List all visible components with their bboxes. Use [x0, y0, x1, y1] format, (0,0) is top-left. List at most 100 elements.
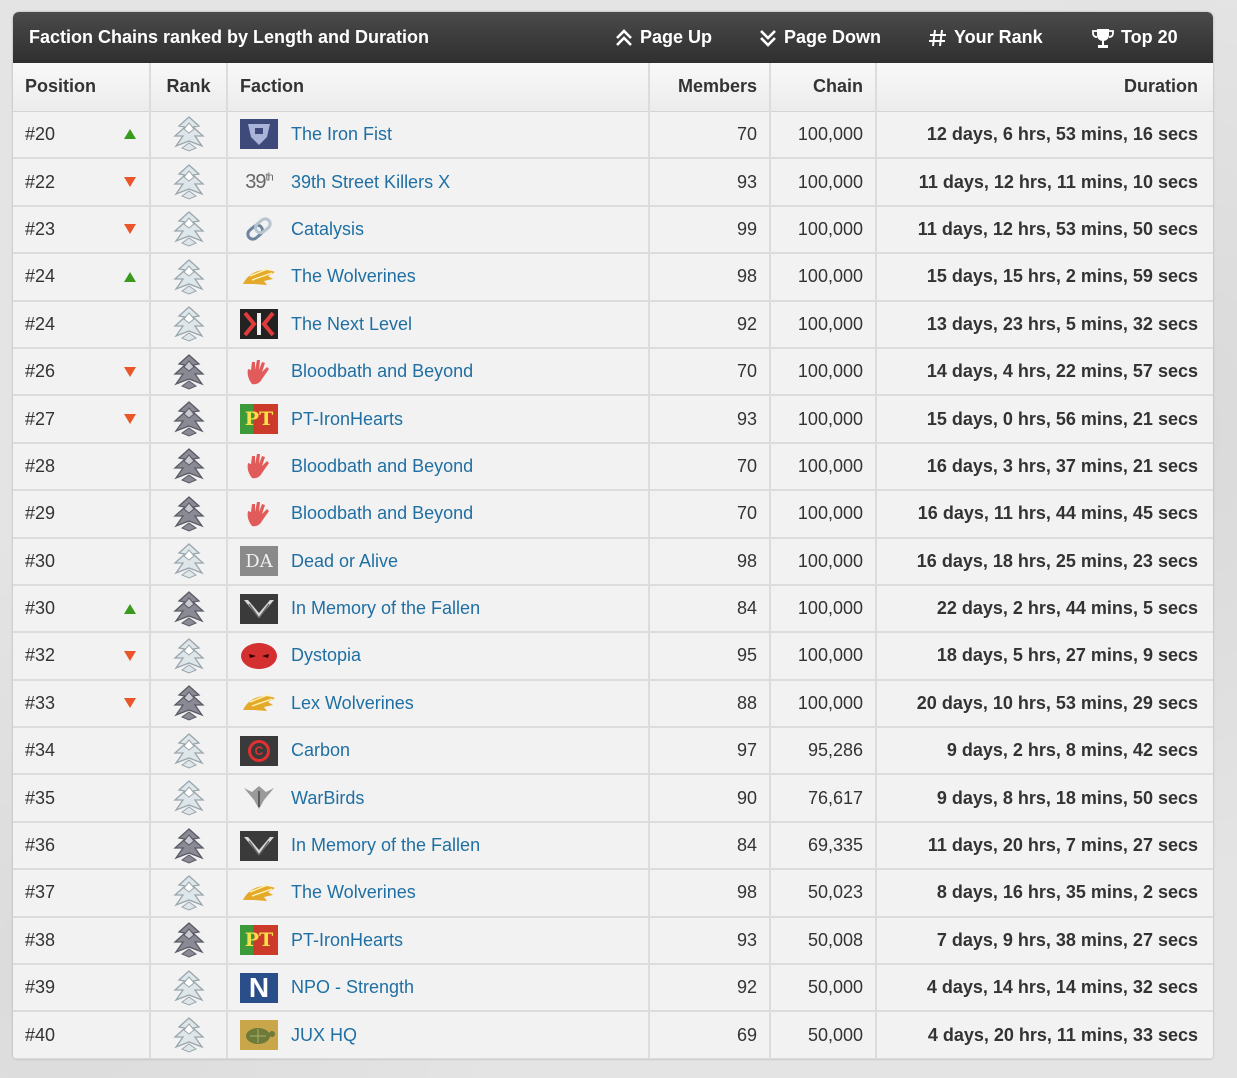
page-down-label: Page Down	[784, 27, 882, 47]
trend-down-icon	[124, 366, 136, 377]
faction-link[interactable]: In Memory of the Fallen	[291, 835, 480, 856]
duration-cell: 4 days, 20 hrs, 11 mins, 33 secs	[876, 1011, 1213, 1059]
rank-cell	[150, 158, 228, 207]
faction-link[interactable]: NPO - Strength	[291, 977, 414, 998]
position-value: #39	[25, 977, 56, 998]
your-rank-button[interactable]: Your Rank	[928, 12, 1043, 63]
duration-cell: 8 days, 16 hrs, 35 mins, 2 secs	[876, 869, 1213, 918]
red-hand-icon[interactable]	[240, 499, 278, 529]
faction-link[interactable]: Dead or Alive	[291, 551, 398, 572]
carbon-icon[interactable]: C	[240, 735, 278, 766]
faction-cell: In Memory of the Fallen	[227, 584, 650, 634]
rank-badge-silver-icon	[151, 968, 226, 1008]
wolverine-claw-icon[interactable]	[240, 878, 278, 908]
faction-link[interactable]: The Next Level	[291, 314, 412, 335]
faction-link[interactable]: PT-IronHearts	[291, 409, 403, 430]
faction-link[interactable]: Carbon	[291, 740, 350, 761]
transformer-icon[interactable]	[240, 119, 278, 150]
wings-icon[interactable]	[240, 830, 278, 861]
column-header-chain[interactable]: Chain	[770, 63, 877, 112]
chains-table: Position Rank Faction Members Chain Dura…	[13, 63, 1213, 1059]
rank-badge-dark-icon	[151, 446, 226, 486]
red-mask-icon[interactable]	[240, 641, 278, 671]
position-cell: #39	[13, 964, 151, 1013]
your-rank-label: Your Rank	[954, 27, 1043, 47]
rank-badge-dark-icon	[151, 826, 226, 866]
wolverine-claw-icon[interactable]	[240, 688, 278, 718]
faction-link[interactable]: In Memory of the Fallen	[291, 598, 480, 619]
faction-link[interactable]: 39th Street Killers X	[291, 172, 450, 193]
members-cell: 70	[649, 111, 771, 160]
table-row: #26 Bloodbath and Beyond 70 100,000 14 d…	[13, 347, 1213, 397]
duration-cell: 16 days, 11 hrs, 44 mins, 45 secs	[876, 490, 1213, 539]
faction-cell: Lex Wolverines	[227, 679, 650, 729]
faction-link[interactable]: Catalysis	[291, 219, 364, 240]
column-header-members[interactable]: Members	[649, 63, 771, 112]
table-row: #23 Catalysis 99 100,000 11 days, 12 hrs…	[13, 205, 1213, 255]
rank-badge-silver-icon	[151, 162, 226, 202]
warbird-icon[interactable]	[240, 783, 278, 813]
column-header-position[interactable]: Position	[13, 63, 151, 112]
rank-cell	[150, 205, 228, 255]
rank-badge-dark-icon	[151, 920, 226, 960]
faction-link[interactable]: Dystopia	[291, 645, 361, 666]
rank-cell	[150, 442, 228, 492]
chain-cell: 100,000	[770, 205, 877, 255]
pt-icon[interactable]: PT	[240, 925, 278, 956]
rank-badge-dark-icon	[151, 494, 226, 534]
red-hand-icon[interactable]	[240, 357, 278, 387]
position-cell: #35	[13, 774, 151, 823]
39th-text-icon[interactable]: 39th	[240, 167, 278, 197]
trend-up-icon	[124, 129, 136, 140]
rank-cell	[150, 964, 228, 1013]
column-header-rank[interactable]: Rank	[150, 63, 228, 112]
table-row: #27 PT PT-IronHearts 93 100,000 15 days,…	[13, 395, 1213, 444]
faction-link[interactable]: WarBirds	[291, 788, 364, 809]
wolverine-claw-icon[interactable]	[240, 262, 278, 292]
nl-icon[interactable]	[240, 309, 278, 340]
rank-badge-dark-icon	[151, 399, 226, 439]
faction-link[interactable]: JUX HQ	[291, 1025, 357, 1046]
column-header-faction[interactable]: Faction	[227, 63, 650, 112]
turtle-icon[interactable]	[240, 1020, 278, 1051]
rank-badge-silver-icon	[151, 778, 226, 818]
rank-cell	[150, 253, 228, 302]
rank-badge-silver-icon	[151, 1015, 226, 1055]
position-value: #40	[25, 1024, 56, 1045]
wings-icon[interactable]	[240, 593, 278, 624]
doa-icon[interactable]: DA	[240, 546, 278, 577]
faction-link[interactable]: Bloodbath and Beyond	[291, 456, 473, 477]
column-header-duration[interactable]: Duration	[876, 63, 1213, 112]
faction-link[interactable]: Bloodbath and Beyond	[291, 361, 473, 382]
faction-cell: The Wolverines	[227, 869, 650, 918]
members-cell: 99	[649, 205, 771, 255]
trend-up-icon	[124, 603, 136, 614]
faction-cell: PT PT-IronHearts	[227, 916, 650, 966]
rank-cell	[150, 916, 228, 966]
faction-link[interactable]: Bloodbath and Beyond	[291, 503, 473, 524]
page-down-button[interactable]: Page Down	[758, 12, 881, 63]
faction-link[interactable]: The Iron Fist	[291, 124, 392, 145]
faction-link[interactable]: Lex Wolverines	[291, 693, 414, 714]
duration-cell: 9 days, 8 hrs, 18 mins, 50 secs	[876, 774, 1213, 823]
position-value: #38	[25, 929, 56, 950]
table-row: #29 Bloodbath and Beyond 70 100,000 16 d…	[13, 490, 1213, 539]
members-cell: 69	[649, 1011, 771, 1059]
faction-link[interactable]: The Wolverines	[291, 266, 416, 287]
faction-link[interactable]: The Wolverines	[291, 882, 416, 903]
table-row: #24 The Wolverines 98 100,000 15 days, 1…	[13, 253, 1213, 302]
members-cell: 88	[649, 679, 771, 729]
members-cell: 70	[649, 347, 771, 397]
position-cell: #22	[13, 158, 151, 207]
red-hand-icon[interactable]	[240, 451, 278, 481]
top-20-button[interactable]: Top 20	[1091, 12, 1178, 63]
page-up-button[interactable]: Page Up	[614, 12, 712, 63]
rank-badge-silver-icon	[151, 731, 226, 771]
position-value: #22	[25, 171, 56, 192]
pt-icon[interactable]: PT	[240, 404, 278, 435]
chain-link-icon[interactable]	[240, 214, 278, 244]
members-cell: 93	[649, 916, 771, 966]
rank-cell	[150, 869, 228, 918]
n-icon[interactable]: N	[240, 972, 278, 1003]
faction-link[interactable]: PT-IronHearts	[291, 930, 403, 951]
